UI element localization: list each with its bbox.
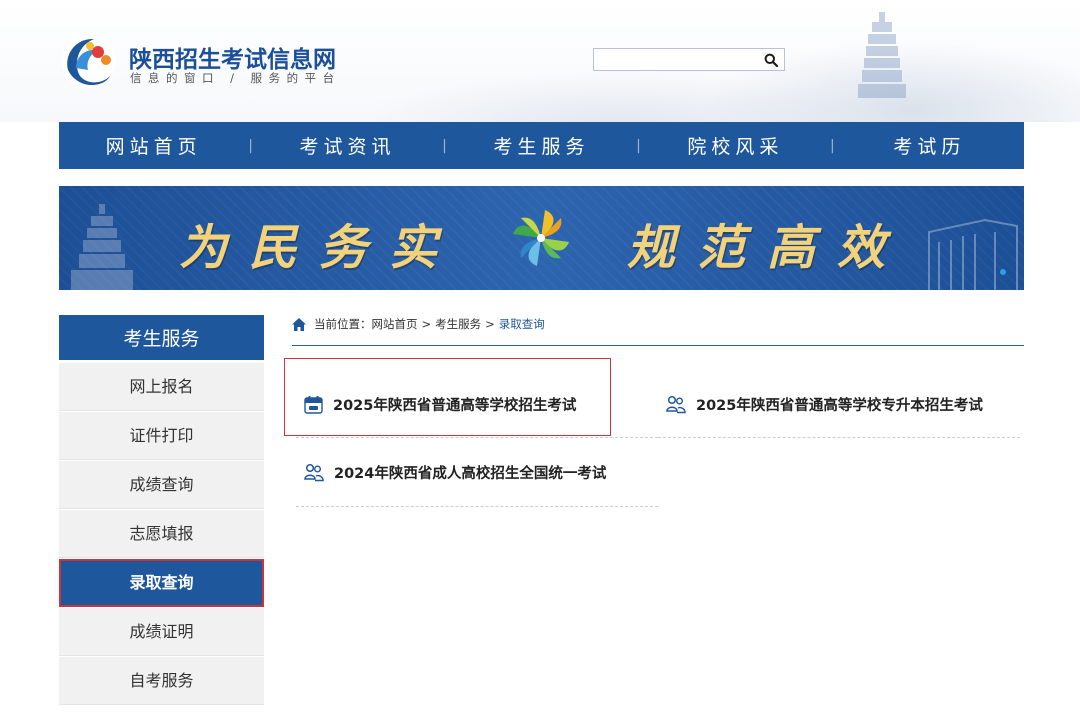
sidebar-item-certificate-print[interactable]: 证件打印 — [59, 412, 264, 460]
sidebar-item-score-certificate[interactable]: 成绩证明 — [59, 608, 264, 656]
sidebar-item-online-registration[interactable]: 网上报名 — [59, 363, 264, 411]
banner-building-icon — [928, 218, 1018, 290]
calendar-icon — [304, 396, 323, 414]
breadcrumb-prefix: 当前位置： — [314, 317, 372, 331]
list-divider — [658, 437, 1020, 438]
search-input[interactable] — [598, 51, 762, 70]
pinwheel-emblem-icon — [513, 210, 569, 266]
breadcrumb-home-link[interactable]: 网站首页 — [372, 316, 418, 332]
home-icon — [292, 317, 306, 331]
exam-link-2025-zhuanshengben[interactable]: 2025年陕西省普通高等学校专升本招生考试 — [666, 394, 983, 415]
main-nav: 网站首页 | 考试资讯 | 考生服务 | 院校风采 | 考试历 — [59, 122, 1024, 169]
slogan-banner: 为民务实 规范高效 — [59, 186, 1024, 290]
breadcrumb-current: 录取查询 — [498, 317, 545, 331]
nav-item-home[interactable]: 网站首页 — [59, 132, 248, 159]
nav-item-exam-news[interactable]: 考试资讯 — [253, 132, 442, 159]
list-divider — [296, 437, 658, 438]
banner-slogan-left: 为民务实 — [179, 220, 460, 276]
nav-item-exam-calendar[interactable]: 考试历 — [835, 132, 1024, 159]
search-icon[interactable] — [764, 53, 778, 67]
pagoda-illustration — [858, 12, 906, 98]
users-icon — [666, 395, 686, 414]
sidebar-item-application-fill[interactable]: 志愿填报 — [59, 510, 264, 558]
list-divider — [296, 506, 658, 507]
sidebar-menu: 网上报名 证件打印 成绩查询 志愿填报 录取查询 成绩证明 自考服务 — [59, 363, 264, 706]
exam-label: 2024年陕西省成人高校招生全国统一考试 — [334, 466, 607, 482]
nav-item-colleges[interactable]: 院校风采 — [641, 132, 830, 159]
banner-pagoda-icon — [71, 204, 133, 290]
site-subtitle: 信息的窗口 / 服务的平台 — [130, 71, 341, 85]
breadcrumb-separator: > — [485, 317, 495, 331]
exam-link-2024-adult[interactable]: 2024年陕西省成人高校招生全国统一考试 — [304, 462, 606, 483]
breadcrumb-divider — [292, 345, 1024, 346]
sidebar-item-self-study-service[interactable]: 自考服务 — [59, 657, 264, 705]
site-title[interactable]: 陕西招生考试信息网 — [129, 40, 336, 74]
breadcrumb: 当前位置： 网站首页 > 考生服务 > 录取查询 — [292, 315, 545, 333]
search-box — [593, 48, 785, 71]
sidebar-item-score-query[interactable]: 成绩查询 — [59, 461, 264, 509]
nav-item-student-service[interactable]: 考生服务 — [447, 132, 636, 159]
exam-link-2025-gaokao[interactable]: 2025年陕西省普通高等学校招生考试 — [304, 394, 576, 415]
banner-slogan-right: 规范高效 — [627, 220, 908, 276]
sidebar-heading: 考生服务 — [59, 315, 264, 360]
users-icon — [304, 463, 324, 482]
breadcrumb-separator: > — [421, 317, 432, 331]
exam-label: 2025年陕西省普通高等学校招生考试 — [333, 398, 577, 414]
site-logo-icon[interactable] — [60, 32, 118, 90]
breadcrumb-section-link[interactable]: 考生服务 — [435, 316, 481, 332]
exam-label: 2025年陕西省普通高等学校专升本招生考试 — [696, 398, 983, 414]
sidebar-item-admission-query[interactable]: 录取查询 — [59, 559, 264, 607]
